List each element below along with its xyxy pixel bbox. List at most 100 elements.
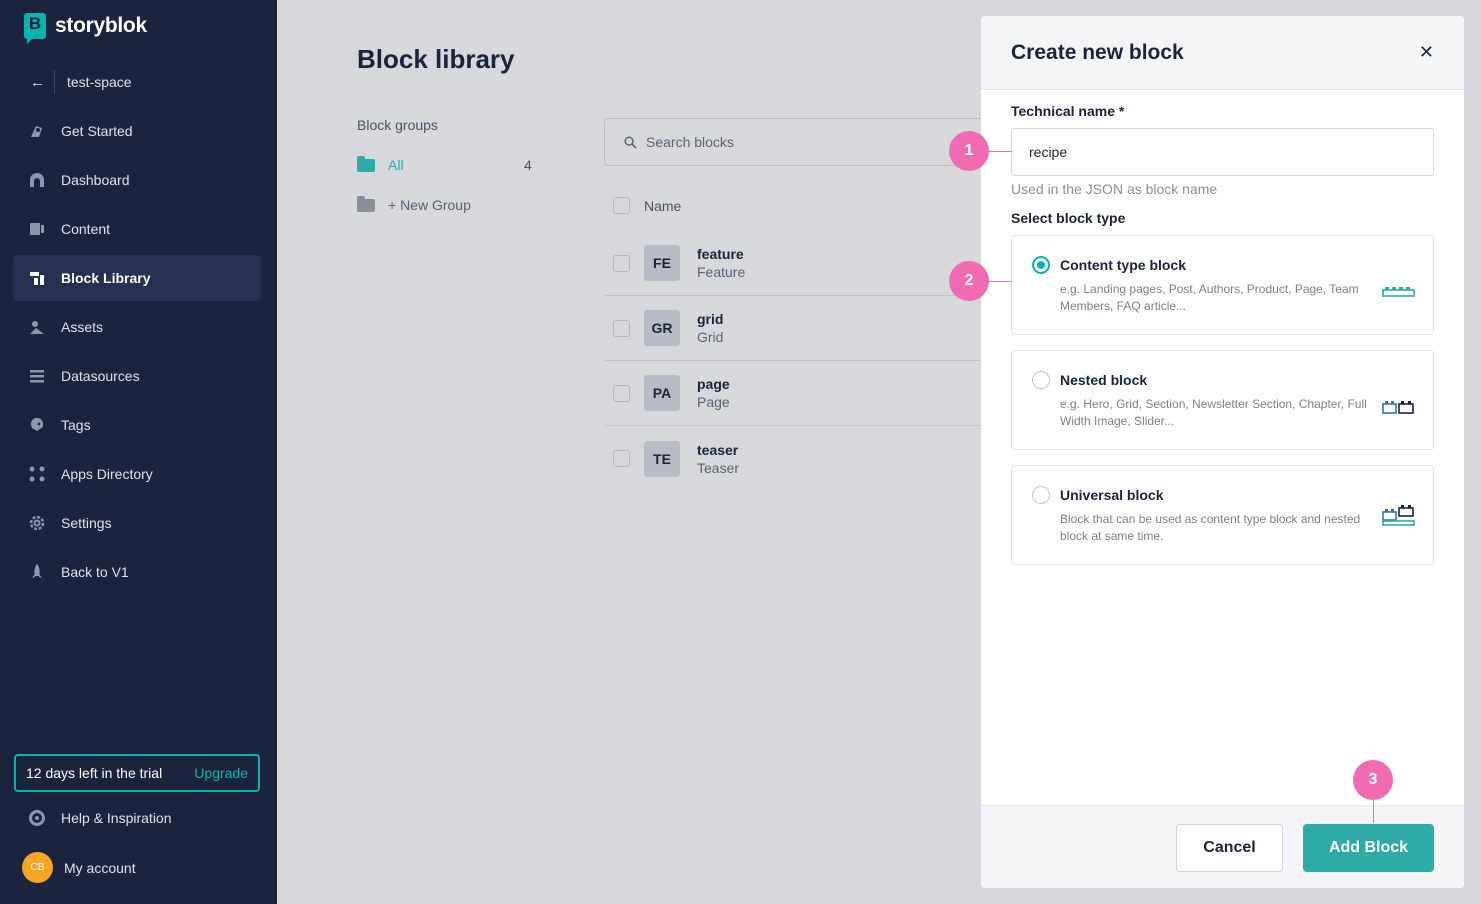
tag-icon	[28, 416, 46, 434]
block-badge: PA	[644, 375, 680, 411]
create-block-modal: Create new block ✕ Technical name * Used…	[981, 16, 1464, 888]
block-display-name: Page	[697, 394, 730, 410]
block-type-label: Select block type	[1011, 210, 1126, 226]
sidebar-item-label: Back to V1	[61, 564, 129, 580]
new-group-button[interactable]: + New Group	[357, 195, 471, 213]
sidebar: B storyblok ← test-space Get Started Das…	[0, 0, 277, 904]
option-title: Universal block	[1060, 487, 1164, 503]
search-input[interactable]	[646, 134, 946, 150]
sidebar-item-dashboard[interactable]: Dashboard	[13, 157, 261, 203]
sidebar-item-datasources[interactable]: Datasources	[13, 353, 261, 399]
group-label: All	[388, 157, 404, 173]
lifebuoy-icon	[28, 809, 46, 827]
table-row[interactable]: GR grid Grid	[604, 296, 984, 361]
callout-badge: 2	[949, 261, 989, 301]
technical-name-label: Technical name *	[1011, 103, 1125, 119]
option-description: e.g. Hero, Grid, Section, Newsletter Sec…	[1060, 397, 1367, 428]
universal-block-icon	[1382, 505, 1415, 526]
storyblok-logo-icon: B	[24, 13, 46, 44]
sidebar-item-label: Block Library	[61, 270, 151, 286]
sidebar-item-label: Assets	[61, 319, 104, 335]
new-group-label: + New Group	[388, 197, 471, 213]
block-name: teaser	[697, 441, 739, 458]
folder-icon	[357, 155, 375, 172]
add-block-button[interactable]: Add Block	[1303, 824, 1434, 872]
option-content-type-block[interactable]: Content type block e.g. Landing pages, P…	[1011, 235, 1434, 335]
search-box[interactable]	[604, 118, 1004, 166]
modal-footer: Cancel Add Block	[981, 805, 1464, 888]
brand[interactable]: B storyblok	[24, 13, 147, 44]
sidebar-item-settings[interactable]: Settings	[13, 500, 261, 546]
modal-title: Create new block	[1011, 40, 1184, 64]
row-checkbox[interactable]	[613, 450, 630, 467]
rocket-icon	[28, 563, 46, 581]
option-universal-block[interactable]: Universal block Block that can be used a…	[1011, 465, 1434, 565]
block-name: page	[697, 376, 730, 392]
search-icon	[624, 135, 637, 149]
callout-line	[1373, 799, 1374, 823]
block-badge: FE	[644, 245, 680, 281]
rocket-hand-icon	[28, 122, 46, 140]
table-row[interactable]: FE feature Feature	[604, 231, 984, 296]
cancel-button[interactable]: Cancel	[1176, 824, 1283, 872]
technical-name-hint: Used in the JSON as block name	[1011, 181, 1218, 197]
space-switcher[interactable]: ← test-space	[30, 70, 132, 94]
trial-banner: 12 days left in the trial Upgrade	[14, 754, 260, 792]
table-row[interactable]: TE teaser Teaser	[604, 426, 984, 491]
block-display-name: Grid	[697, 329, 724, 345]
sidebar-item-block-library[interactable]: Block Library	[13, 255, 261, 301]
block-display-name: Teaser	[697, 459, 740, 476]
divider	[54, 70, 55, 94]
table-row[interactable]: PA page Page	[604, 361, 984, 426]
row-checkbox[interactable]	[613, 254, 630, 272]
callout-badge: 3	[1353, 760, 1393, 800]
block-name: feature	[697, 246, 744, 262]
row-checkbox[interactable]	[613, 319, 630, 337]
callout-line	[988, 281, 1012, 282]
close-icon[interactable]: ✕	[1419, 42, 1434, 63]
sidebar-item-label: Get Started	[61, 123, 133, 139]
sidebar-item-apps-directory[interactable]: Apps Directory	[13, 451, 261, 497]
callout-badge: 1	[949, 131, 989, 171]
content-icon	[28, 220, 46, 238]
sidebar-item-label: Datasources	[61, 368, 140, 384]
sidebar-item-label: Settings	[61, 515, 112, 531]
block-library-icon	[28, 269, 46, 287]
account-label: My account	[64, 859, 136, 876]
sidebar-item-label: Dashboard	[61, 172, 130, 188]
space-name: test-space	[67, 74, 132, 90]
arrow-left-icon[interactable]: ←	[30, 74, 45, 91]
group-all[interactable]: All	[357, 155, 404, 173]
dashboard-icon	[28, 171, 46, 189]
upgrade-link[interactable]: Upgrade	[194, 765, 248, 781]
row-checkbox[interactable]	[613, 384, 630, 402]
avatar: CB	[22, 852, 53, 883]
folder-icon	[357, 195, 375, 212]
assets-icon	[28, 318, 46, 336]
block-badge: GR	[644, 310, 680, 346]
select-all-checkbox[interactable]	[613, 197, 630, 214]
option-description: e.g. Landing pages, Post, Authors, Produ…	[1060, 282, 1359, 313]
sidebar-item-content[interactable]: Content	[13, 206, 261, 252]
option-nested-block[interactable]: Nested block e.g. Hero, Grid, Section, N…	[1011, 350, 1434, 450]
option-title: Content type block	[1060, 257, 1187, 273]
sidebar-item-help[interactable]: Help & Inspiration	[13, 795, 261, 841]
sidebar-item-assets[interactable]: Assets	[13, 304, 261, 350]
sidebar-item-tags[interactable]: Tags	[13, 402, 261, 448]
trial-text: 12 days left in the trial	[26, 765, 163, 781]
sidebar-item-back-to-v1[interactable]: Back to V1	[13, 549, 261, 595]
radio-selected[interactable]	[1032, 256, 1050, 274]
sidebar-item-label: Tags	[61, 417, 91, 433]
technical-name-input[interactable]	[1011, 128, 1434, 176]
name-column-header: Name	[644, 197, 682, 214]
sidebar-item-get-started[interactable]: Get Started	[13, 108, 261, 154]
page-title: Block library	[357, 44, 515, 74]
radio-unselected[interactable]	[1032, 486, 1050, 504]
option-description: Block that can be used as content type b…	[1060, 512, 1361, 543]
gear-icon	[28, 514, 46, 532]
table-header: Name	[613, 197, 681, 214]
radio-unselected[interactable]	[1032, 371, 1050, 389]
sidebar-item-label: Apps Directory	[61, 466, 153, 482]
content-type-block-icon	[1382, 287, 1415, 297]
account-menu[interactable]: CB My account	[22, 852, 136, 883]
